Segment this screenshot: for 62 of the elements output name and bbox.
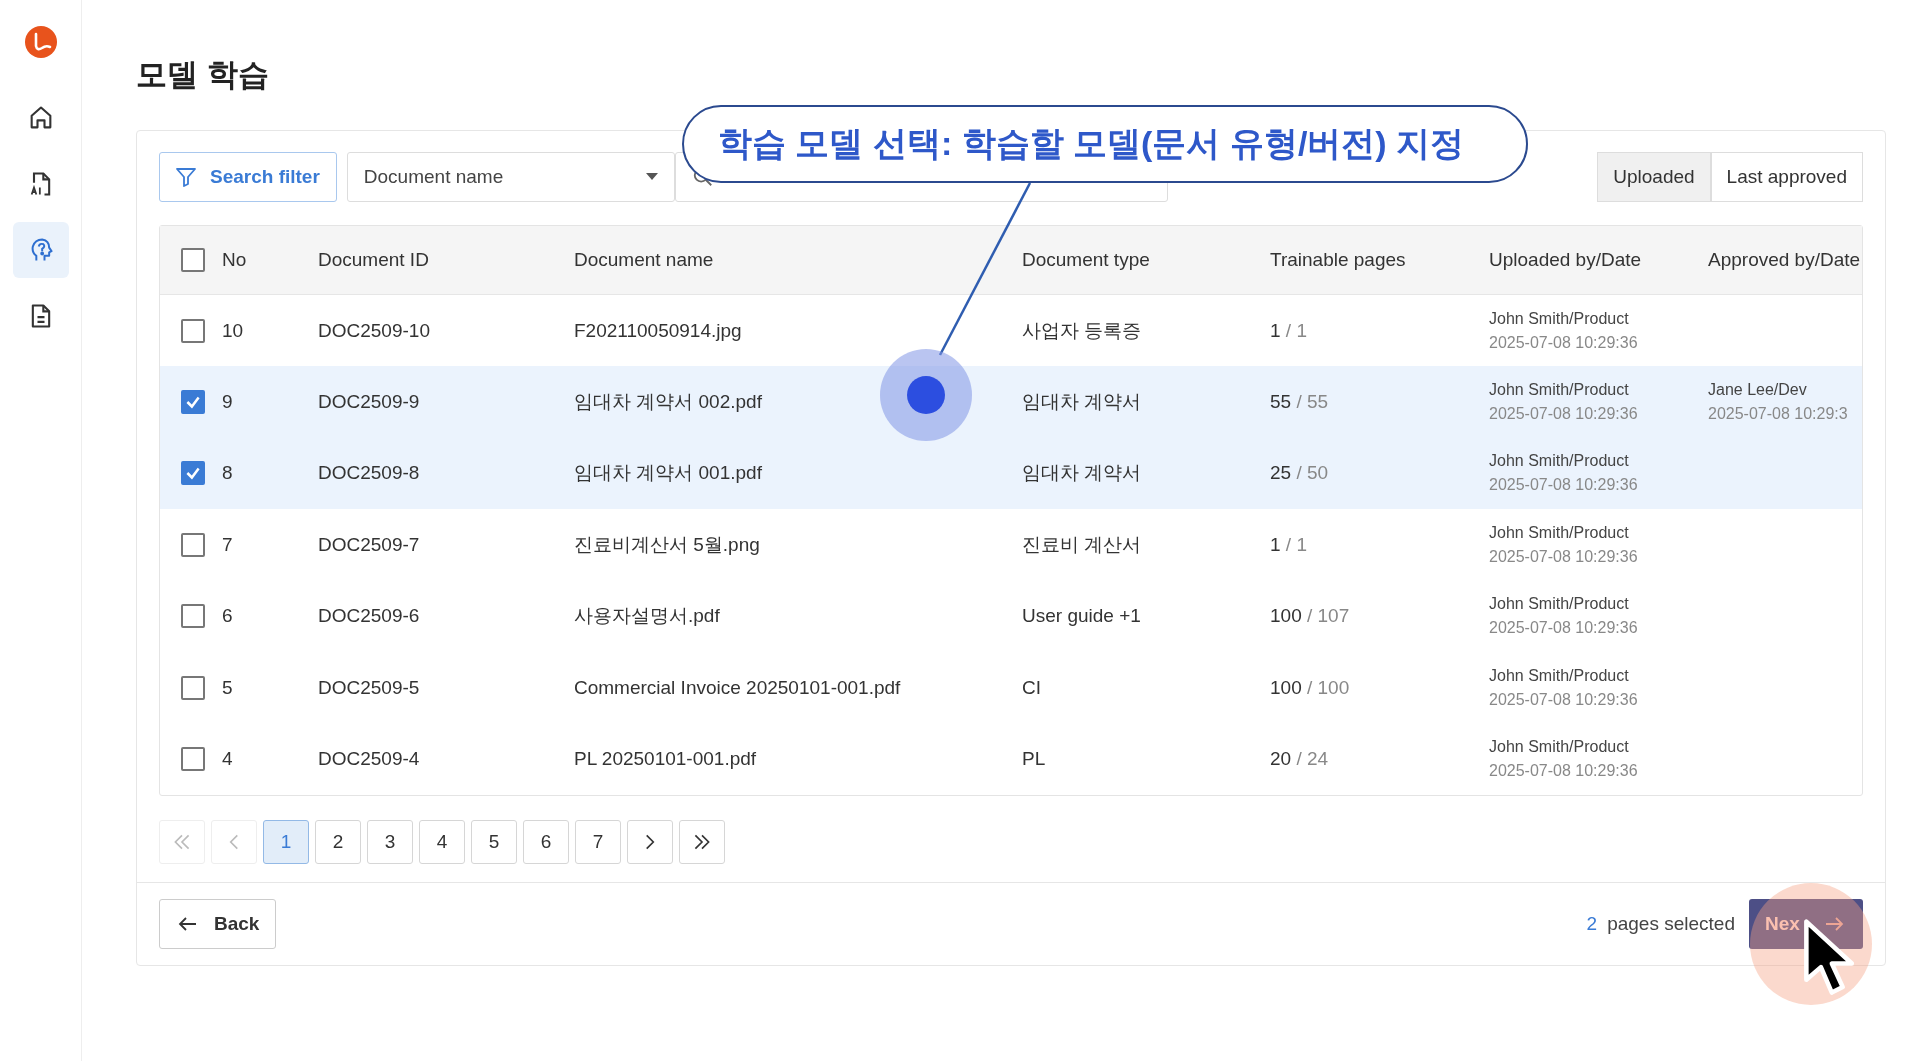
table-cell-text: 2025-07-08 10:29:36: [1489, 619, 1639, 638]
table-cell: User guide +1: [1022, 605, 1141, 627]
table-cell: 10: [222, 319, 244, 341]
page-title: 모델 학습: [136, 56, 270, 94]
table-cell: CI: [1022, 676, 1041, 698]
table-cell: 1 / 1: [1270, 319, 1307, 341]
callout-tooltip: 학습 모델 선택: 학습할 모델(문서 유형/버전) 지정: [682, 105, 1528, 183]
table-cell: 임대차 계약서: [1022, 391, 1142, 413]
table-cell: 5: [222, 676, 233, 698]
table-cell: DOC2509-8: [318, 462, 420, 484]
table-cell: DOC2509-4: [318, 748, 420, 770]
table-cell: 8: [222, 462, 233, 484]
table-cell: 임대차 계약서: [1022, 462, 1142, 484]
table-cell: DOC2509-7: [318, 533, 420, 555]
column-header: Document ID: [318, 249, 430, 271]
table-cell-text: John Smith/Product: [1489, 452, 1630, 471]
table-cell: 20 / 24: [1270, 748, 1329, 770]
column-header: No: [222, 249, 248, 271]
table-cell: 사업자 등록증: [1022, 319, 1142, 341]
table-cell-text: 2025-07-08 10:29:36: [1489, 476, 1639, 495]
selected-label: pages selected: [1607, 912, 1735, 935]
column-header: Approved by/Date: [1708, 249, 1862, 271]
table-cell: PL: [1022, 748, 1046, 770]
table-cell-text: 2025-07-08 10:29:3: [1708, 405, 1849, 424]
table-cell-text: 2025-07-08 10:29:36: [1489, 547, 1639, 566]
table-cell: 100 / 100: [1270, 676, 1350, 698]
column-header: Document name: [574, 249, 715, 271]
table-cell: 임대차 계약서 002.pdf: [574, 391, 762, 413]
table-cell: DOC2509-9: [318, 391, 420, 413]
table-cell: DOC2509-5: [318, 676, 420, 698]
table-cell-text: 2025-07-08 10:29:36: [1489, 333, 1639, 352]
column-header: Uploaded by/Date: [1489, 249, 1643, 271]
table-cell: 임대차 계약서 001.pdf: [574, 462, 762, 484]
table-cell: 진료비 계산서: [1022, 533, 1142, 555]
table-cell: 100 / 107: [1270, 605, 1350, 627]
table-cell: 진료비계산서 5월.png: [574, 533, 760, 555]
table-cell-text: John Smith/Product: [1489, 738, 1630, 757]
table-cell: PL 20250101-001.pdf: [574, 748, 757, 770]
table-cell: DOC2509-6: [318, 605, 420, 627]
table-cell: 1 / 1: [1270, 533, 1307, 555]
table-cell-text: John Smith/Product: [1489, 381, 1630, 400]
table-cell-text: John Smith/Product: [1489, 595, 1630, 614]
column-header: Trainable pages: [1270, 249, 1407, 271]
table-cell: 사용자설명서.pdf: [574, 605, 720, 627]
table-cell: DOC2509-10: [318, 319, 430, 341]
table-cell: 9: [222, 391, 233, 413]
table-cell-text: Jane Lee/Dev: [1708, 381, 1808, 400]
table-cell: 25 / 50: [1270, 462, 1329, 484]
table-cell: F202110050914.jpg: [574, 319, 742, 341]
table-cell-text: 2025-07-08 10:29:36: [1489, 762, 1639, 781]
table-cell: 4: [222, 748, 233, 770]
table-cell-text: John Smith/Product: [1489, 523, 1630, 542]
table-cell: 55 / 55: [1270, 391, 1329, 413]
table-cell-text: 2025-07-08 10:29:36: [1489, 690, 1639, 709]
table-cell: Commercial Invoice 20250101-001.pdf: [574, 676, 901, 698]
table-cell-text: John Smith/Product: [1489, 666, 1630, 685]
table-cell-text: John Smith/Product: [1489, 309, 1630, 328]
table-cell: 7: [222, 533, 233, 555]
selected-count: 2: [1586, 912, 1598, 935]
table-cell: 6: [222, 605, 233, 627]
table-cell-text: 2025-07-08 10:29:36: [1489, 405, 1639, 424]
column-header: Document type: [1022, 249, 1151, 271]
